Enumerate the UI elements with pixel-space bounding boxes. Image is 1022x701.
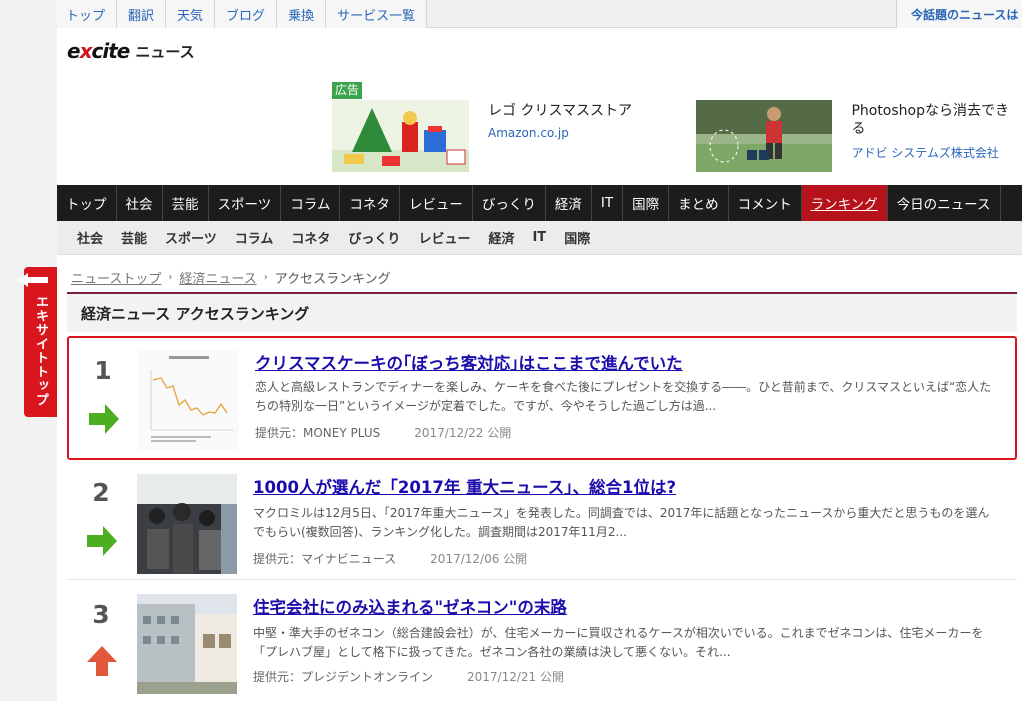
subnav-item-entertainment[interactable]: 芸能 <box>112 221 156 254</box>
article-provider: 提供元：プレジデントオンライン <box>253 670 434 684</box>
utility-link-services[interactable]: サービス一覧 <box>326 0 428 28</box>
ad-photoshop-title[interactable]: Photoshopなら消去できる <box>851 102 1022 138</box>
nav-item-international[interactable]: 国際 <box>623 185 670 221</box>
article-meta: 提供元：MONEY PLUS 2017/12/22 公開 <box>255 424 511 441</box>
main-nav: トップ 社会 芸能 スポーツ コラム コネタ レビュー びっくり 経済 IT 国… <box>57 185 1022 221</box>
chevron-right-icon: › <box>263 272 268 283</box>
ad-lego-source[interactable]: Amazon.co.jp <box>488 126 632 140</box>
nav-item-review[interactable]: レビュー <box>400 185 473 221</box>
arrow-right-trend-icon <box>89 404 119 434</box>
article-date: 2017/12/21 公開 <box>467 670 564 684</box>
nav-item-surprise[interactable]: びっくり <box>473 185 546 221</box>
article-thumbnail[interactable] <box>139 350 239 450</box>
breadcrumb-current: アクセスランキング <box>274 272 391 287</box>
nav-item-ranking[interactable]: ランキング <box>801 185 888 221</box>
logo-wordmark: excite <box>67 39 130 63</box>
article-description: 中堅・準大手のゼネコン（総合建設会社）が、住宅メーカーに買収されるケースが相次い… <box>253 626 984 659</box>
article-date: 2017/12/22 公開 <box>414 426 512 440</box>
rank-number: 2 <box>92 478 110 507</box>
ad-lego[interactable]: レゴ クリスマスストア Amazon.co.jp <box>332 100 632 172</box>
nav-item-sports[interactable]: スポーツ <box>209 185 282 221</box>
side-tab-label: エキサイトトップ <box>33 295 48 407</box>
ranking-item-3: 3 住宅会社にのみ込まれる"ゼネコン"の末路 中堅・準大手のゼネコン（総合建設会… <box>67 588 1017 701</box>
article-headline-link[interactable]: 1000人が選んだ「2017年 重大ニュース」、総合1位は? <box>253 474 676 498</box>
arrow-right-trend-icon <box>87 526 117 556</box>
ranking-item-2: 2 1000人が選んだ「2017年 重大ニュース」、総合1位は? マクロミルは1… <box>67 468 1017 580</box>
subnav-item-column[interactable]: コラム <box>226 221 283 254</box>
subnav-item-koneta[interactable]: コネタ <box>282 221 339 254</box>
subnav-item-sports[interactable]: スポーツ <box>156 221 226 254</box>
utility-link-blog[interactable]: ブログ <box>215 0 278 28</box>
ad-lego-title[interactable]: レゴ クリスマスストア <box>488 102 632 120</box>
ad-lego-image[interactable] <box>332 100 469 172</box>
subnav-item-society[interactable]: 社会 <box>68 221 112 254</box>
article-provider: 提供元：MONEY PLUS <box>255 426 381 440</box>
subnav-item-review[interactable]: レビュー <box>409 221 479 254</box>
breadcrumb-category[interactable]: 経済ニュース <box>179 268 256 287</box>
nav-item-matome[interactable]: まとめ <box>669 185 729 221</box>
nav-item-today[interactable]: 今日のニュース <box>888 185 1001 221</box>
utility-link-weather[interactable]: 天気 <box>166 0 216 28</box>
nav-item-top[interactable]: トップ <box>57 185 117 221</box>
article-date: 2017/12/06 公開 <box>430 552 528 566</box>
utility-link-translate[interactable]: 翻訳 <box>117 0 167 28</box>
subnav-item-economy[interactable]: 経済 <box>479 221 523 254</box>
article-thumbnail[interactable] <box>137 594 237 694</box>
ad-photoshop-source[interactable]: アドビ システムズ株式会社 <box>851 144 1022 161</box>
ad-label: 広告 <box>332 82 363 99</box>
nav-item-column[interactable]: コラム <box>281 185 341 221</box>
breadcrumb: ニューストップ › 経済ニュース › アクセスランキング <box>71 268 391 287</box>
nav-item-koneta[interactable]: コネタ <box>340 185 400 221</box>
ranking-sub-nav: 社会 芸能 スポーツ コラム コネタ びっくり レビュー 経済 IT 国際 <box>57 221 1022 255</box>
nav-item-society[interactable]: 社会 <box>117 185 163 221</box>
top-utility-bar: トップ 翻訳 天気 ブログ 乗換 サービス一覧 今話題のニュースは <box>57 0 1022 28</box>
chevron-right-icon: › <box>168 272 173 283</box>
nav-item-comment[interactable]: コメント <box>729 185 802 221</box>
arrow-up-trend-icon <box>87 646 117 676</box>
ranking-item-1: 1 クリスマスケーキの｢ぼっち客対応｣はここまで進んでいた 恋人と高級レストラン… <box>67 336 1017 460</box>
rank-number: 3 <box>92 600 110 629</box>
article-description: 恋人と高級レストランでディナーを楽しみ、ケーキを食べた後にプレゼントを交換する―… <box>255 380 992 413</box>
excite-news-logo[interactable]: excite ニュース <box>67 36 195 66</box>
nav-item-economy[interactable]: 経済 <box>546 185 592 221</box>
arrow-left-icon <box>18 273 48 287</box>
section-title: 経済ニュース アクセスランキング <box>67 292 1017 332</box>
article-description: マクロミルは12月5日、「2017年重大ニュース」を発表した。同調査では、201… <box>253 506 990 539</box>
article-provider: 提供元：マイナビニュース <box>253 552 397 566</box>
utility-links: トップ 翻訳 天気 ブログ 乗換 サービス一覧 <box>57 0 1022 28</box>
nav-item-entertainment[interactable]: 芸能 <box>163 185 209 221</box>
nav-item-it[interactable]: IT <box>592 185 624 221</box>
trending-news-link[interactable]: 今話題のニュースは <box>896 0 1022 28</box>
article-meta: 提供元：マイナビニュース 2017/12/06 公開 <box>253 550 527 567</box>
subnav-item-it[interactable]: IT <box>523 221 555 254</box>
article-thumbnail[interactable] <box>137 474 237 574</box>
ad-photoshop[interactable]: Photoshopなら消去できる アドビ システムズ株式会社 <box>696 100 1022 172</box>
excite-top-side-tab[interactable]: エキサイトトップ <box>18 267 57 417</box>
rank-number: 1 <box>94 356 112 385</box>
article-meta: 提供元：プレジデントオンライン 2017/12/21 公開 <box>253 668 564 685</box>
article-headline-link[interactable]: 住宅会社にのみ込まれる"ゼネコン"の末路 <box>253 594 567 618</box>
utility-link-top[interactable]: トップ <box>57 0 118 28</box>
subnav-item-surprise[interactable]: びっくり <box>339 221 409 254</box>
subnav-item-international[interactable]: 国際 <box>555 221 599 254</box>
utility-link-transit[interactable]: 乗換 <box>277 0 327 28</box>
main-content: excite ニュース 広告 レゴ クリスマスストア Amazon.co.jp <box>57 28 1022 701</box>
ad-photoshop-image[interactable] <box>696 100 833 172</box>
logo-suffix: ニュース <box>135 42 195 61</box>
breadcrumb-home[interactable]: ニューストップ <box>71 268 161 287</box>
article-headline-link[interactable]: クリスマスケーキの｢ぼっち客対応｣はここまで進んでいた <box>255 350 683 374</box>
